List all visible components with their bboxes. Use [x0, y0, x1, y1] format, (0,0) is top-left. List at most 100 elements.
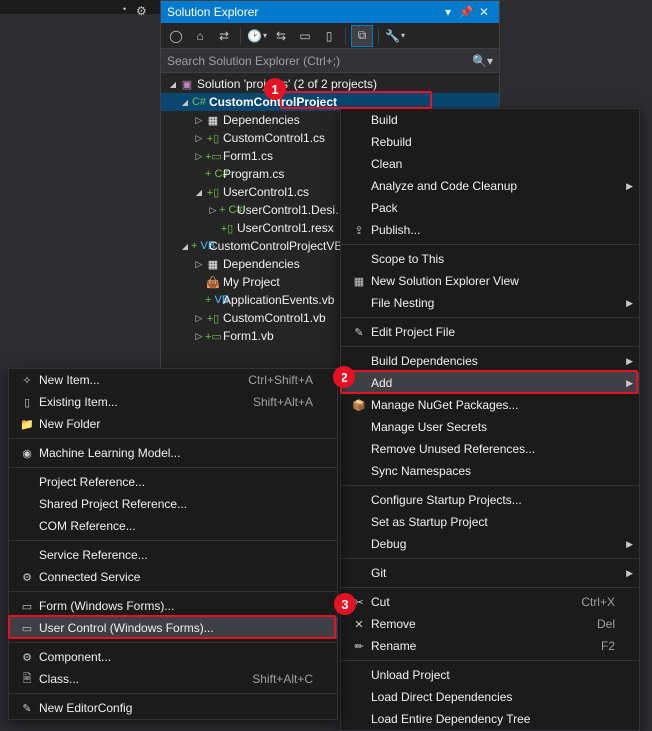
context-menu-item[interactable]: ✕RemoveDel	[341, 613, 639, 635]
menu-separator	[341, 244, 639, 245]
context-menu-item[interactable]: ✎Edit Project File	[341, 321, 639, 343]
menu-item-icon: ◉	[17, 447, 37, 460]
menu-item-label: File Nesting	[369, 296, 615, 310]
menu-item-shortcut: Shift+Alt+C	[232, 672, 313, 686]
sync-icon[interactable]: ⇆	[270, 25, 292, 47]
menu-item-label: Add	[369, 376, 615, 390]
submenu-arrow-icon: ▶	[626, 181, 633, 192]
context-menu-item[interactable]: Load Entire Dependency Tree	[341, 708, 639, 730]
add-menu-item[interactable]: ✎New EditorConfig	[9, 697, 337, 719]
context-menu-item[interactable]: Manage User Secrets	[341, 416, 639, 438]
context-menu-item[interactable]: Scope to This	[341, 248, 639, 270]
bullet-icon: •	[123, 4, 126, 14]
project-context-menu: BuildRebuildCleanAnalyze and Code Cleanu…	[340, 108, 640, 731]
close-icon[interactable]: ✕	[475, 5, 493, 19]
submenu-arrow-icon: ▶	[626, 356, 633, 367]
menu-item-icon: 📁	[17, 418, 37, 431]
context-menu-item[interactable]: Build Dependencies▶	[341, 350, 639, 372]
home-icon[interactable]: ⌂	[189, 25, 211, 47]
context-menu-item[interactable]: Rebuild	[341, 131, 639, 153]
gear-icon[interactable]: ⚙	[136, 4, 147, 18]
switch-views-icon[interactable]: ⇄	[213, 25, 235, 47]
properties-icon[interactable]: 🔧	[384, 25, 406, 47]
context-menu-item[interactable]: Unload Project	[341, 664, 639, 686]
menu-separator	[341, 317, 639, 318]
context-menu-item[interactable]: Debug▶	[341, 533, 639, 555]
search-icon[interactable]: 🔍▾	[472, 54, 493, 68]
menu-item-shortcut: F2	[581, 639, 615, 653]
collapse-all-icon[interactable]: ▭	[294, 25, 316, 47]
add-menu-item[interactable]: Project Reference...	[9, 471, 337, 493]
add-menu-item[interactable]: ⚙Connected Service	[9, 566, 337, 588]
add-menu-item[interactable]: COM Reference...	[9, 515, 337, 537]
menu-item-shortcut: Ctrl+Shift+A	[228, 373, 313, 387]
context-menu-item[interactable]: ✂CutCtrl+X	[341, 591, 639, 613]
add-menu-item[interactable]: ⚙Component...	[9, 646, 337, 668]
context-menu-item[interactable]: File Nesting ▶	[341, 292, 639, 314]
add-menu-item[interactable]: ▯Existing Item...Shift+Alt+A	[9, 391, 337, 413]
pin-icon[interactable]: 📌	[457, 5, 475, 19]
menu-item-label: Load Direct Dependencies	[369, 690, 615, 704]
context-menu-item[interactable]: Load Direct Dependencies	[341, 686, 639, 708]
submenu-arrow-icon: ▶	[626, 298, 633, 309]
context-menu-item[interactable]: ✏RenameF2	[341, 635, 639, 657]
menu-item-label: Scope to This	[369, 252, 615, 266]
context-menu-item[interactable]: Build	[341, 109, 639, 131]
add-menu-item[interactable]: ▭Form (Windows Forms)...	[9, 595, 337, 617]
menu-item-icon: ⚙	[17, 651, 37, 664]
menu-separator	[9, 467, 337, 468]
menu-separator	[9, 438, 337, 439]
context-menu-item[interactable]: 📦Manage NuGet Packages...	[341, 394, 639, 416]
menu-item-shortcut: Shift+Alt+A	[233, 395, 313, 409]
nav-back-icon[interactable]: ◯	[165, 25, 187, 47]
solution-node[interactable]: ▣ Solution 'projects' (2 of 2 projects)	[161, 75, 499, 93]
add-menu-item[interactable]: ▭User Control (Windows Forms)...	[9, 617, 337, 639]
context-menu-item[interactable]: Remove Unused References...	[341, 438, 639, 460]
context-menu-item[interactable]: Git▶	[341, 562, 639, 584]
menu-item-label: New Item...	[37, 373, 228, 387]
context-menu-item[interactable]: ▦New Solution Explorer View	[341, 270, 639, 292]
add-submenu: ✧New Item...Ctrl+Shift+A▯Existing Item..…	[8, 368, 338, 720]
menu-item-label: Connected Service	[37, 570, 313, 584]
context-menu-item[interactable]: Sync Namespaces	[341, 460, 639, 482]
menu-item-label: User Control (Windows Forms)...	[37, 621, 313, 635]
pending-changes-icon[interactable]: 🕑	[246, 25, 268, 47]
search-input[interactable]	[167, 54, 472, 68]
context-menu-item[interactable]: Clean	[341, 153, 639, 175]
add-menu-item[interactable]: 📁New Folder	[9, 413, 337, 435]
context-menu-item[interactable]: Add▶	[341, 372, 639, 394]
add-menu-item[interactable]: 🗎Class...Shift+Alt+C	[9, 668, 337, 690]
add-menu-item[interactable]: ◉Machine Learning Model...	[9, 442, 337, 464]
menu-item-label: Build	[369, 113, 615, 127]
show-all-files-icon[interactable]: ▯	[318, 25, 340, 47]
add-menu-item[interactable]: ✧New Item...Ctrl+Shift+A	[9, 369, 337, 391]
menu-item-icon: ▭	[17, 600, 37, 613]
menu-separator	[341, 558, 639, 559]
menu-item-label: Form (Windows Forms)...	[37, 599, 313, 613]
menu-item-label: Rebuild	[369, 135, 615, 149]
menu-item-label: New Solution Explorer View	[369, 274, 615, 288]
menu-item-icon: ✂	[349, 596, 369, 609]
menu-item-icon: 📦	[349, 399, 369, 412]
menu-item-label: Analyze and Code Cleanup	[369, 179, 615, 193]
dropdown-icon[interactable]: ▾	[439, 5, 457, 19]
context-menu-item[interactable]: Configure Startup Projects...	[341, 489, 639, 511]
context-menu-item[interactable]: ⇪Publish...	[341, 219, 639, 241]
menu-separator	[341, 660, 639, 661]
submenu-arrow-icon: ▶	[626, 568, 633, 579]
menu-item-label: Machine Learning Model...	[37, 446, 313, 460]
add-menu-item[interactable]: Service Reference...	[9, 544, 337, 566]
add-menu-item[interactable]: Shared Project Reference...	[9, 493, 337, 515]
menu-item-label: COM Reference...	[37, 519, 313, 533]
menu-item-label: Remove Unused References...	[369, 442, 615, 456]
preview-selected-icon[interactable]: ⧉	[351, 25, 373, 47]
menu-item-icon: ✕	[349, 618, 369, 631]
context-menu-item[interactable]: Analyze and Code Cleanup ▶	[341, 175, 639, 197]
context-menu-item[interactable]: Pack	[341, 197, 639, 219]
menu-item-label: Set as Startup Project	[369, 515, 615, 529]
menu-separator	[9, 642, 337, 643]
menu-item-label: Cut	[369, 595, 561, 609]
context-menu-item[interactable]: Set as Startup Project	[341, 511, 639, 533]
menu-item-label: Sync Namespaces	[369, 464, 615, 478]
menu-item-label: Shared Project Reference...	[37, 497, 313, 511]
